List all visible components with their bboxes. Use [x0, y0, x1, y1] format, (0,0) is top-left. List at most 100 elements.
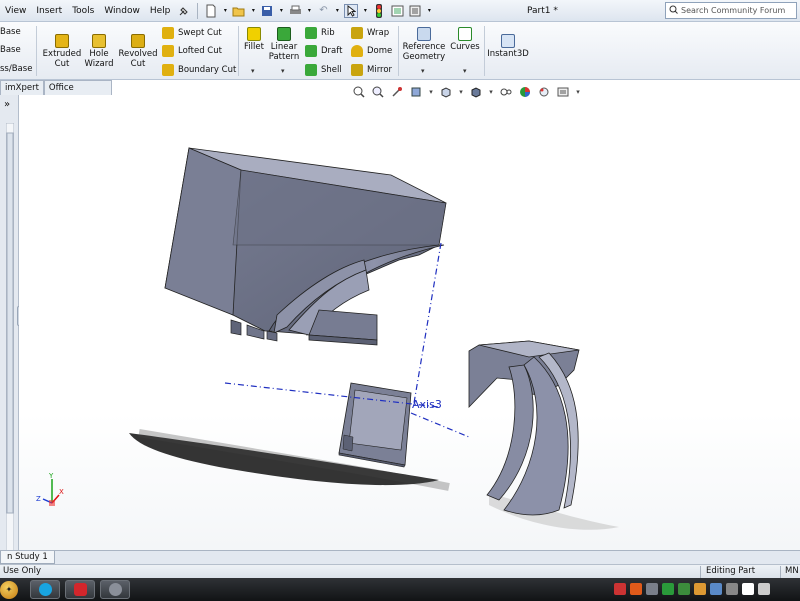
tray-volume-icon[interactable] [758, 583, 770, 595]
linear-pattern-button[interactable]: Linear Pattern [268, 27, 300, 62]
tray-network-icon[interactable] [614, 583, 626, 595]
options-icon[interactable] [408, 4, 422, 18]
menu-window[interactable]: Window [99, 0, 145, 22]
tray-check-icon[interactable] [662, 583, 674, 595]
undo-icon[interactable]: ↶ [316, 4, 330, 18]
chevron-down-icon[interactable]: ▾ [334, 4, 340, 18]
lofted-cut-button[interactable]: Lofted Cut [162, 45, 222, 57]
tray-flag-icon[interactable] [742, 583, 754, 595]
menu-tools[interactable]: Tools [67, 0, 99, 22]
bottom-tabs: n Study 1 [0, 550, 800, 564]
chevron-down-icon[interactable]: ▾ [426, 4, 432, 18]
partial-command-2[interactable]: Base [0, 45, 21, 55]
curves-button[interactable]: Curves [450, 27, 480, 52]
chevron-down-icon[interactable]: ▾ [306, 4, 312, 18]
tab-study[interactable]: n Study 1 [0, 551, 55, 564]
tray-update-icon[interactable] [694, 583, 706, 595]
expand-panel-icon[interactable]: » [4, 99, 10, 110]
rib-button[interactable]: Rib [305, 27, 335, 39]
axis-label[interactable]: Axis3 [412, 398, 442, 411]
instant3d-button[interactable]: Instant3D [487, 34, 529, 59]
curves-dropdown[interactable]: ▾ [463, 67, 467, 75]
status-units[interactable]: MN [785, 566, 799, 576]
save-icon[interactable] [260, 4, 274, 18]
tab-office-products[interactable]: Office Products [43, 80, 112, 107]
open-icon[interactable] [232, 4, 246, 18]
shell-button[interactable]: Shell [305, 64, 342, 76]
chevron-down-icon[interactable]: ▾ [428, 85, 434, 99]
reference-geometry-dropdown[interactable]: ▾ [421, 67, 425, 75]
tray-shield-icon[interactable] [630, 583, 642, 595]
linear-pattern-dropdown[interactable]: ▾ [281, 67, 285, 75]
mirror-button[interactable]: Mirror [351, 64, 392, 76]
menu-insert[interactable]: Insert [31, 0, 67, 22]
triad-z-label: Z [36, 495, 41, 503]
fillet-button[interactable]: Fillet [242, 27, 266, 52]
status-license: Use Only [3, 566, 42, 576]
command-tabs: imXpert Office Products [0, 80, 112, 107]
zoom-to-area-icon[interactable] [371, 85, 385, 99]
chevron-down-icon[interactable]: ▾ [458, 85, 464, 99]
dome-icon [351, 45, 363, 57]
menu-help[interactable]: Help [145, 0, 176, 22]
chevron-down-icon[interactable]: ▾ [222, 4, 228, 18]
pin-icon[interactable] [177, 4, 191, 18]
tray-sync-icon[interactable] [646, 583, 658, 595]
tray-security-icon[interactable] [678, 583, 690, 595]
tray-power-icon[interactable] [726, 583, 738, 595]
graphics-area[interactable]: Axis3 Y X Z [19, 95, 800, 550]
draft-button[interactable]: Draft [305, 45, 342, 57]
revolved-cut-button[interactable]: Revolved Cut [118, 34, 158, 69]
partial-command-1[interactable]: Base [0, 27, 21, 37]
tray-connect-icon[interactable] [710, 583, 722, 595]
section-view-icon[interactable] [409, 85, 423, 99]
menubar: View Insert Tools Window Help ▾ ▾ ▾ ▾ ↶ … [0, 0, 800, 22]
scrollbar[interactable] [6, 123, 14, 601]
linear-pattern-icon [277, 27, 291, 41]
chevron-down-icon[interactable]: ▾ [575, 85, 581, 99]
chevron-down-icon[interactable]: ▾ [278, 4, 284, 18]
tab-imxpert[interactable]: imXpert [0, 80, 44, 95]
scene-icon[interactable] [537, 85, 551, 99]
taskbar-solidworks[interactable] [65, 580, 95, 599]
wrap-button[interactable]: Wrap [351, 27, 389, 39]
display-style-icon[interactable] [469, 85, 483, 99]
boundary-cut-button[interactable]: Boundary Cut [162, 64, 236, 76]
start-button[interactable]: ✦ [0, 581, 18, 599]
new-icon[interactable] [204, 4, 218, 18]
chevron-down-icon[interactable]: ▾ [488, 85, 494, 99]
file-properties-icon[interactable] [390, 4, 404, 18]
extruded-cut-button[interactable]: Extruded Cut [42, 34, 82, 69]
app-icon [108, 583, 122, 596]
view-orientation-icon[interactable] [439, 85, 453, 99]
rebuild-icon[interactable] [372, 3, 386, 18]
reference-geometry-button[interactable]: Reference Geometry [402, 27, 446, 62]
view-triad: Y X Z [36, 472, 64, 506]
fillet-dropdown[interactable]: ▾ [251, 67, 255, 75]
command-manager: Base Base ss/Base Extruded Cut Hole Wiza… [0, 22, 800, 80]
curved-segment[interactable] [468, 340, 580, 516]
view-settings-icon[interactable] [556, 85, 570, 99]
taskbar-skype[interactable] [30, 580, 60, 599]
swept-cut-button[interactable]: Swept Cut [162, 27, 222, 39]
zoom-to-fit-icon[interactable] [352, 85, 366, 99]
hide-show-items-icon[interactable] [499, 85, 513, 99]
small-block[interactable] [338, 382, 412, 468]
previous-view-icon[interactable] [390, 85, 404, 99]
mirror-icon [351, 64, 363, 76]
select-icon[interactable] [344, 3, 359, 18]
chevron-down-icon[interactable]: ▾ [362, 4, 368, 18]
chevron-down-icon[interactable]: ▾ [250, 4, 256, 18]
print-icon[interactable] [288, 4, 302, 18]
partial-command-3[interactable]: ss/Base [0, 64, 32, 74]
main-body[interactable] [164, 147, 447, 346]
search-input[interactable]: Search Community Forum [665, 2, 797, 19]
reference-geometry-icon [417, 27, 431, 41]
toolbar-separator [197, 2, 199, 19]
appearance-icon[interactable] [518, 85, 532, 99]
menu-view[interactable]: View [0, 0, 31, 22]
dome-button[interactable]: Dome [351, 45, 392, 57]
taskbar-app[interactable] [100, 580, 130, 599]
triad-y-label: Y [48, 472, 54, 480]
hole-wizard-button[interactable]: Hole Wizard [84, 34, 114, 69]
